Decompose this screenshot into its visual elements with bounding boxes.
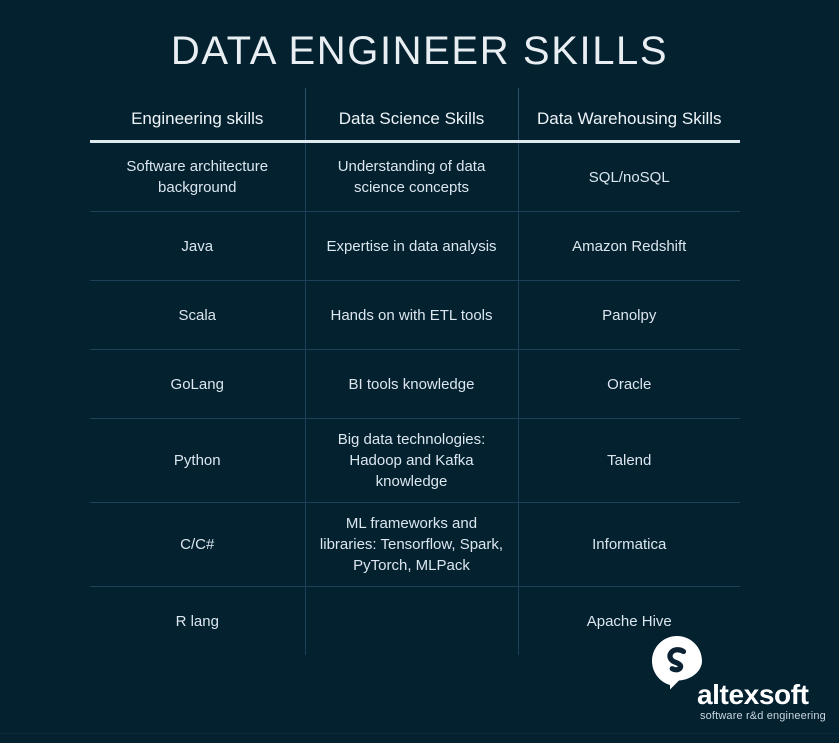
table-row: Java Expertise in data analysis Amazon R… [90, 211, 740, 281]
cell-data-science-skill: Big data technologies: Hadoop and Kafka … [305, 418, 519, 503]
cell-data-science-skill: Expertise in data analysis [305, 211, 519, 281]
cell-data-warehousing-skill: Amazon Redshift [518, 211, 740, 281]
cell-data-warehousing-skill: Talend [518, 418, 740, 503]
cell-engineering-skill: R lang [90, 586, 306, 655]
cell-engineering-skill: Python [90, 418, 306, 503]
cell-engineering-skill: Software architecture background [90, 141, 306, 212]
cell-data-warehousing-skill: Informatica [518, 502, 740, 587]
altexsoft-logo: altexsoft software r&d engineering [648, 636, 833, 728]
table-row: C/C# ML frameworks and libraries: Tensor… [90, 502, 740, 587]
column-header-data-warehousing-skills: Data Warehousing Skills [518, 88, 740, 143]
poster-canvas: DATA ENGINEER SKILLS Engineering skills … [0, 0, 839, 743]
column-header-engineering-skills: Engineering skills [90, 88, 306, 143]
table-row: R lang Apache Hive [90, 586, 740, 655]
table-row: Scala Hands on with ETL tools Panolpy [90, 280, 740, 350]
table-row: GoLang BI tools knowledge Oracle [90, 349, 740, 419]
column-header-data-science-skills: Data Science Skills [305, 88, 519, 143]
cell-data-warehousing-skill: SQL/noSQL [518, 141, 740, 212]
altexsoft-wordmark: altexsoft [697, 679, 809, 710]
cell-engineering-skill: Java [90, 211, 306, 281]
skills-table-header: Engineering skills Data Science Skills D… [90, 88, 740, 143]
table-row: Python Big data technologies: Hadoop and… [90, 418, 740, 503]
cell-data-science-skill: ML frameworks and libraries: Tensorflow,… [305, 502, 519, 587]
cell-data-warehousing-skill: Oracle [518, 349, 740, 419]
cell-engineering-skill: C/C# [90, 502, 306, 587]
cell-data-science-skill: Understanding of data science concepts [305, 141, 519, 212]
skills-table-body: Software architecture background Underst… [90, 141, 740, 655]
cell-data-science-skill: Hands on with ETL tools [305, 280, 519, 350]
table-row: Software architecture background Underst… [90, 141, 740, 212]
table-header-row: Engineering skills Data Science Skills D… [90, 88, 740, 143]
page-title: DATA ENGINEER SKILLS [170, 29, 669, 73]
bottom-divider [0, 733, 839, 734]
cell-data-science-skill [305, 586, 519, 655]
cell-engineering-skill: GoLang [90, 349, 306, 419]
cell-data-warehousing-skill: Panolpy [518, 280, 740, 350]
skills-table: Engineering skills Data Science Skills D… [90, 88, 740, 655]
cell-engineering-skill: Scala [90, 280, 306, 350]
cell-data-science-skill: BI tools knowledge [305, 349, 519, 419]
skills-table-container: Engineering skills Data Science Skills D… [90, 88, 740, 655]
altexsoft-tagline: software r&d engineering [700, 710, 826, 722]
